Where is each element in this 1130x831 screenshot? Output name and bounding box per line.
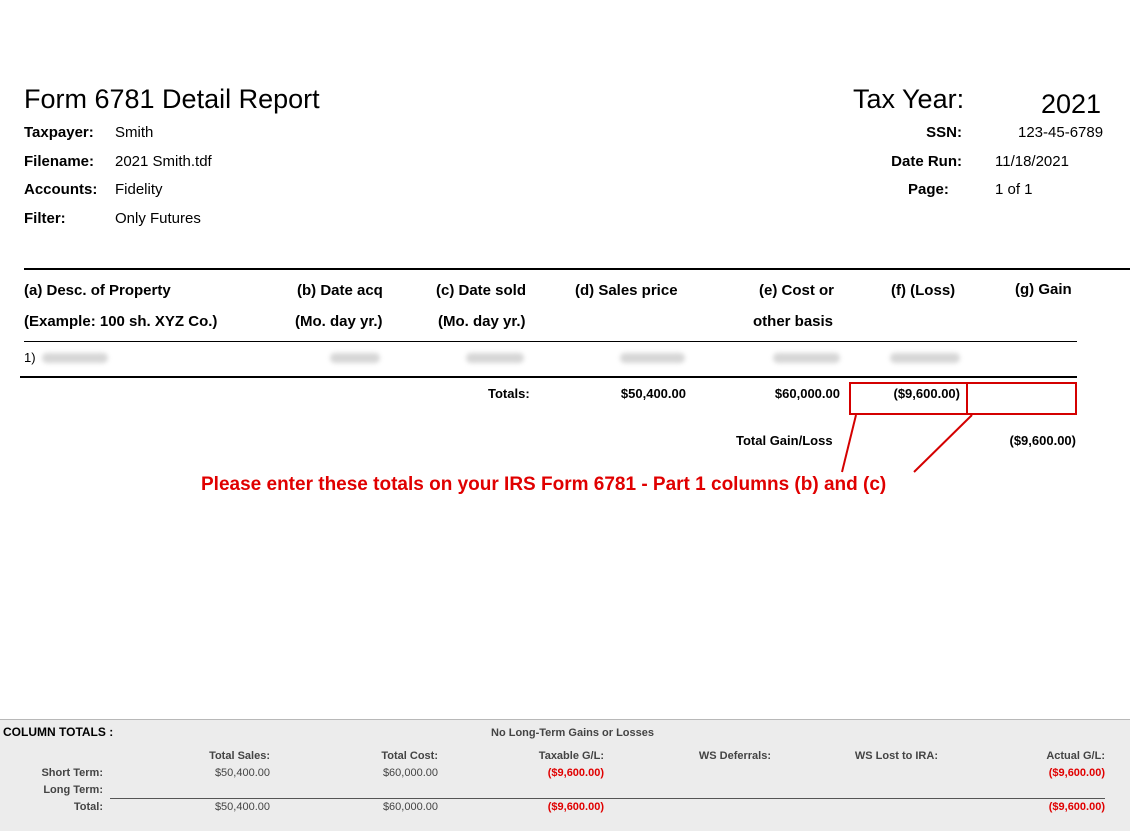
header-taxable-gl: Taxable G/L: bbox=[538, 750, 604, 762]
long-term-note: No Long-Term Gains or Losses bbox=[491, 727, 654, 739]
short-term-actual: ($9,600.00) bbox=[1048, 767, 1105, 779]
column-totals-panel: COLUMN TOTALS : No Long-Term Gains or Lo… bbox=[0, 719, 1130, 831]
header-actual-gl: Actual G/L: bbox=[1046, 750, 1105, 762]
header-ws-lost-to-ira: WS Lost to IRA: bbox=[854, 750, 938, 762]
column-totals-label: COLUMN TOTALS : bbox=[3, 725, 114, 739]
totals-divider bbox=[110, 798, 1105, 799]
total-row-cost: $60,000.00 bbox=[382, 801, 438, 813]
header-total-cost: Total Cost: bbox=[381, 750, 438, 762]
total-row-actual: ($9,600.00) bbox=[1048, 801, 1105, 813]
total-row-sales: $50,400.00 bbox=[214, 801, 270, 813]
short-term-sales: $50,400.00 bbox=[214, 767, 270, 779]
total-row-label: Total: bbox=[73, 801, 103, 813]
header-total-sales: Total Sales: bbox=[209, 750, 270, 762]
short-term-cost: $60,000.00 bbox=[382, 767, 438, 779]
total-row-taxable: ($9,600.00) bbox=[547, 801, 604, 813]
annotation-pointer-lines bbox=[841, 414, 973, 473]
header-ws-deferrals: WS Deferrals: bbox=[698, 750, 771, 762]
short-term-label: Short Term: bbox=[41, 767, 103, 779]
short-term-taxable: ($9,600.00) bbox=[547, 767, 604, 779]
long-term-label: Long Term: bbox=[43, 784, 103, 796]
annotation-note: Please enter these totals on your IRS Fo… bbox=[201, 474, 887, 495]
